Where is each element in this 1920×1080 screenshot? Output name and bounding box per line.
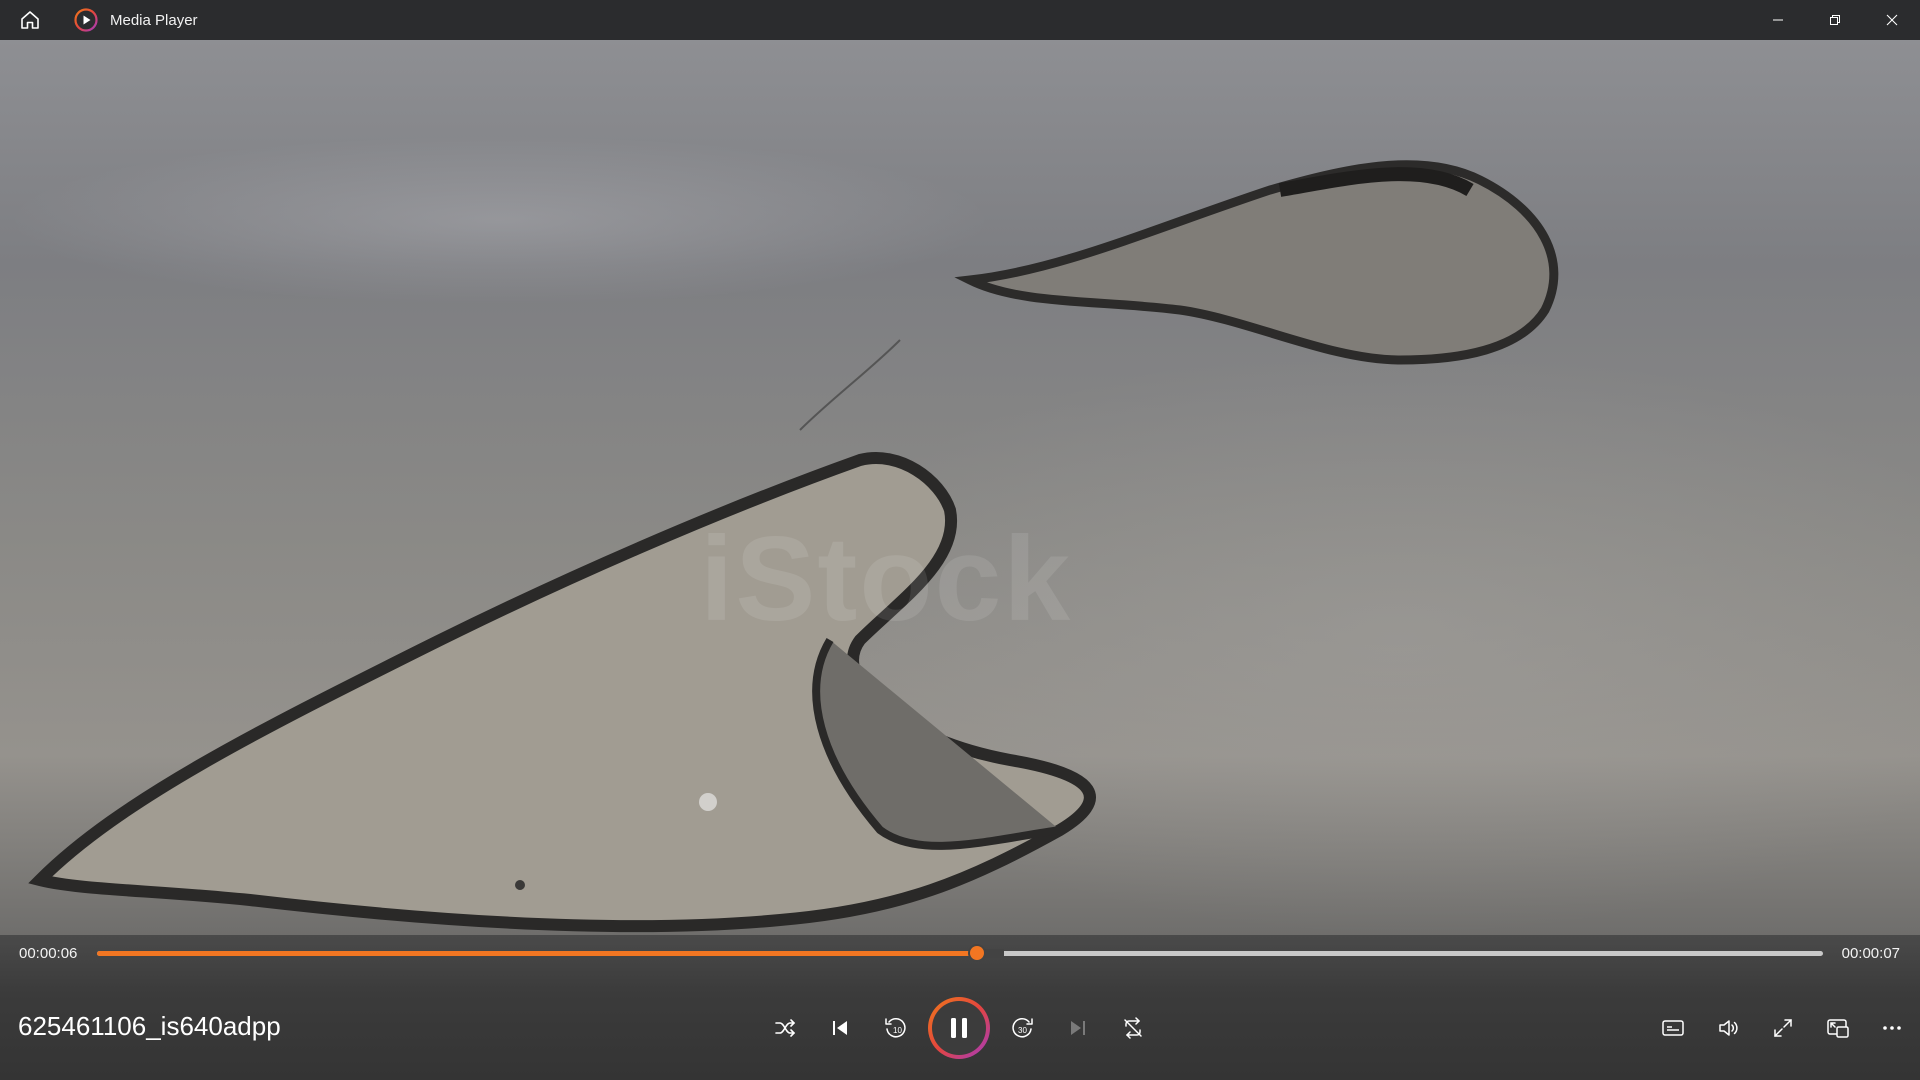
more-options-icon[interactable] [1870,1006,1914,1050]
home-icon[interactable] [12,2,48,38]
skip-back-label: 10 [893,1026,902,1035]
seek-bar-gap [984,949,1004,958]
media-title: 625461106_is640adpp [18,1011,281,1041]
skip-forward-label: 30 [1018,1026,1027,1035]
next-icon[interactable] [1056,1006,1100,1050]
watermark-overlay: iStock [700,512,1073,646]
app-title: Media Player [110,11,198,29]
window-controls [1749,0,1920,40]
title-bar: Media Player [0,0,1920,40]
video-frame[interactable]: iStock [0,40,1920,935]
seek-bar-progress [97,951,977,956]
media-player-logo-icon [72,6,100,34]
volume-icon[interactable] [1706,1006,1750,1050]
skip-forward-30-icon[interactable]: 30 [1001,1006,1045,1050]
restore-icon[interactable] [1806,0,1863,40]
skip-back-10-icon[interactable]: 10 [873,1006,917,1050]
minimize-icon[interactable] [1749,0,1806,40]
pause-icon [932,1001,986,1055]
previous-icon[interactable] [818,1006,862,1050]
repeat-off-icon[interactable] [1111,1006,1155,1050]
current-time: 00:00:06 [19,945,78,962]
captions-icon[interactable] [1651,1006,1695,1050]
shuffle-icon[interactable] [763,1006,807,1050]
seek-bar-thumb[interactable] [970,946,984,960]
seek-bar[interactable] [97,946,1823,960]
total-duration: 00:00:07 [1841,945,1900,962]
fullscreen-icon[interactable] [1761,1006,1805,1050]
pause-button[interactable] [928,997,990,1059]
close-icon[interactable] [1863,0,1920,40]
mini-player-icon[interactable] [1816,1006,1860,1050]
video-content-image [28,160,1559,933]
